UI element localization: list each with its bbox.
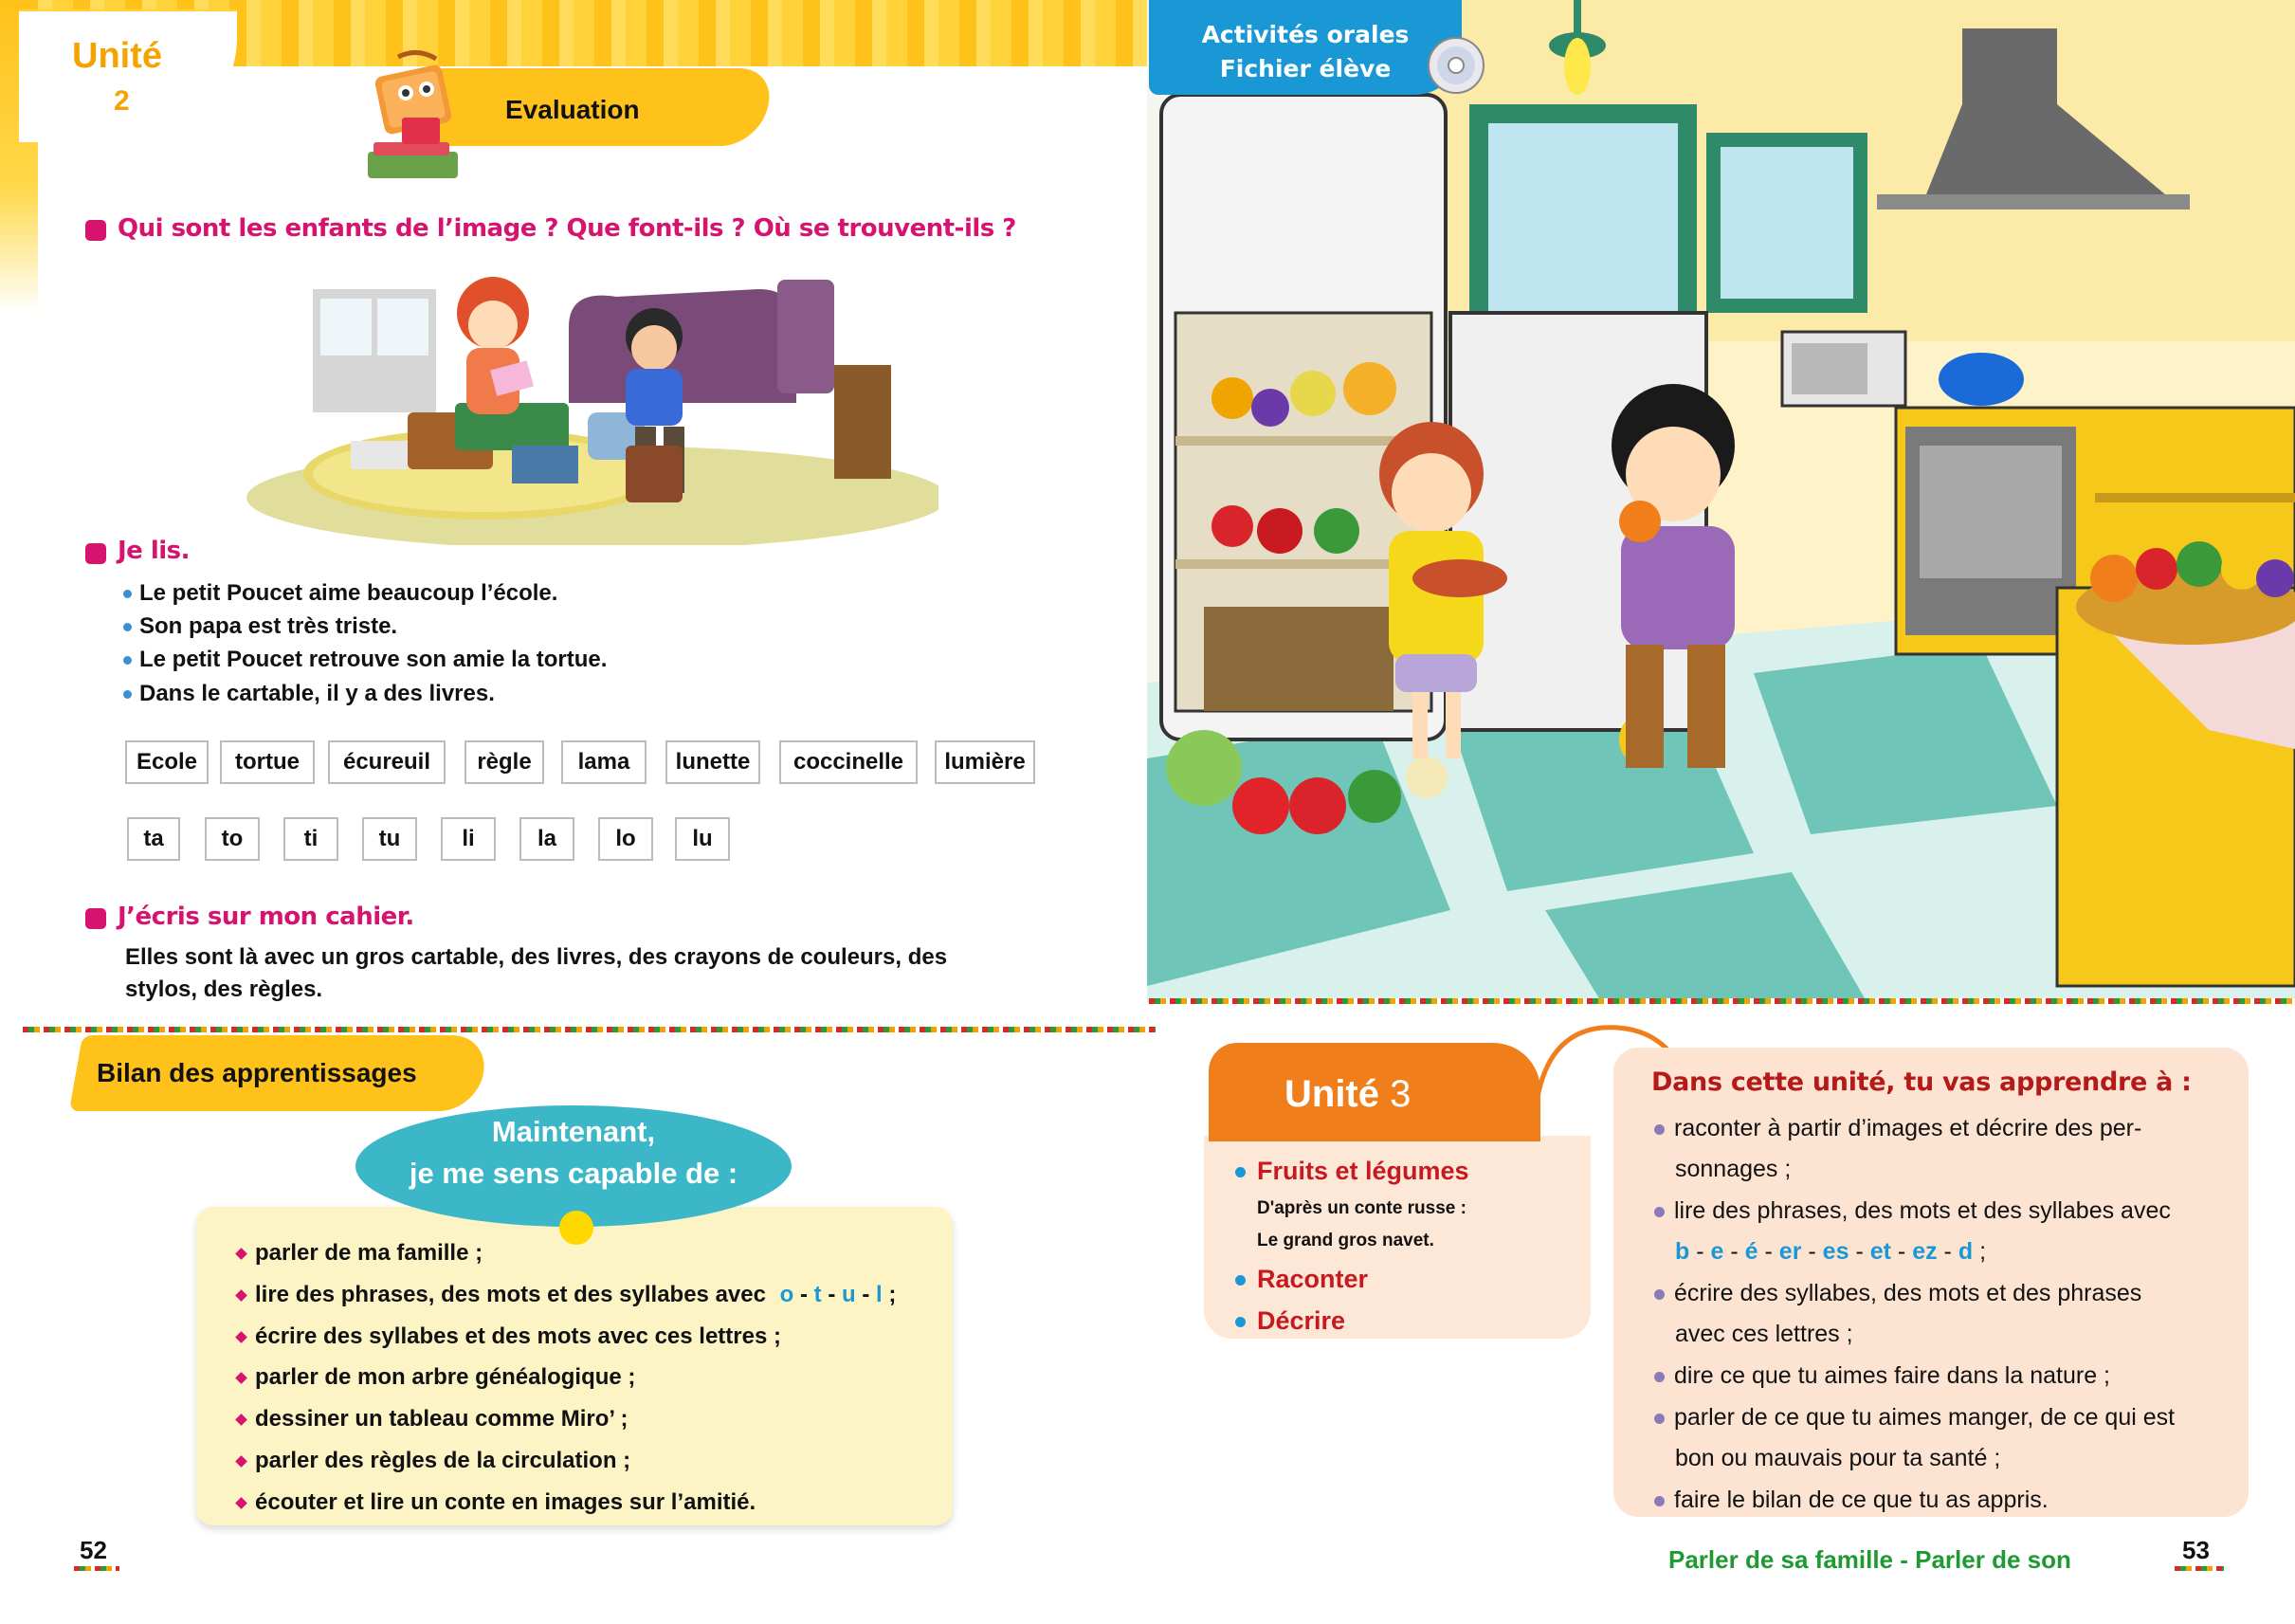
word-box: tortue (220, 740, 315, 784)
question-heading: Qui sont les enfants de l’image ? Que fo… (118, 214, 1016, 243)
syllable-box: li (441, 817, 496, 861)
unit3-label: Unité 3 (1284, 1073, 1412, 1115)
learn-item: raconter à partir d’images et décrire de… (1654, 1115, 2141, 1142)
learn-item: dire ce que tu aimes faire dans la natur… (1654, 1362, 2110, 1390)
word-box: lunette (665, 740, 760, 784)
bilan-item: écrire des syllabes et des mots avec ces… (235, 1323, 781, 1350)
bullet-dot-icon (1654, 1413, 1665, 1424)
reading-sentence: Dans le cartable, il y a des livres. (123, 681, 495, 707)
unit-tab-title: Unité (72, 36, 162, 76)
bilan-item: parler des règles de la circulation ; (235, 1448, 630, 1474)
learn-item-continuation: bon ou mauvais pour ta santé ; (1675, 1445, 2001, 1471)
unit3-topic: Décrire (1235, 1306, 1345, 1336)
section-divider (1149, 998, 2295, 1004)
page-number: 52 (80, 1536, 107, 1564)
bilan-title: Bilan des apprentissages (97, 1058, 417, 1087)
learn-item: écrire des syllabes, des mots et des phr… (1654, 1280, 2141, 1307)
word-box: lumière (935, 740, 1035, 784)
syllable-box: ti (283, 817, 338, 861)
bullet-diamond-icon (235, 1414, 247, 1427)
syllable-box: lu (675, 817, 730, 861)
bullet-diamond-icon (235, 1331, 247, 1344)
bullet-dot-icon (1654, 1206, 1665, 1217)
word-box: Ecole (125, 740, 209, 784)
section-divider (23, 1027, 1156, 1032)
unit3-subtitle: Le grand gros navet. (1257, 1231, 1434, 1250)
bullet-diamond-icon (235, 1289, 247, 1303)
bubble-line: je me sens capable de : (409, 1157, 738, 1190)
children-living-room-illustration (246, 277, 938, 545)
activites-tab-line: Fichier élève (1219, 55, 1392, 82)
bilan-item: écouter et lire un conte en images sur l… (235, 1489, 756, 1516)
writing-prompt: Elles sont là avec un gros cartable, des… (125, 944, 948, 1002)
learn-item-continuation: sonnages ; (1675, 1156, 1792, 1182)
unit-tab-number: 2 (114, 85, 130, 117)
bullet-diamond-icon (235, 1497, 247, 1510)
cd-icon (1428, 37, 1484, 94)
bullet-dot-icon (1654, 1288, 1665, 1300)
reading-heading: Je lis. (118, 537, 191, 565)
syllable-box: to (205, 817, 260, 861)
word-box: coccinelle (779, 740, 918, 784)
unit3-subtitle: D'après un conte russe : (1257, 1198, 1466, 1218)
bullet-dot-icon (1654, 1123, 1665, 1135)
bullet-square-icon (85, 908, 106, 929)
bullet-square-icon (85, 220, 106, 241)
word-box: écureuil (328, 740, 446, 784)
word-box: lama (561, 740, 647, 784)
bullet-dot-icon (123, 656, 132, 666)
bullet-dot-icon (1654, 1495, 1665, 1506)
bilan-item: parler de mon arbre généalogique ; (235, 1364, 635, 1391)
bullet-dot-icon (1235, 1275, 1246, 1286)
bullet-diamond-icon (235, 1455, 247, 1469)
reading-sentence: Son papa est très triste. (123, 613, 397, 640)
yellow-dot-icon (559, 1211, 593, 1245)
syllable-box: tu (362, 817, 417, 861)
learn-item: lire des phrases, des mots et des syllab… (1654, 1197, 2171, 1225)
page-footer: Parler de sa famille - Parler de son (1668, 1545, 2071, 1574)
learn-item: faire le bilan de ce que tu as appris. (1654, 1487, 2049, 1514)
syllable-box: ta (127, 817, 180, 861)
page-number: 53 (2182, 1536, 2210, 1564)
book-mascot-icon (368, 50, 458, 178)
word-box: règle (464, 740, 544, 784)
activites-tab-line: Activités orales (1201, 21, 1410, 48)
evaluation-label: Evaluation (505, 95, 640, 124)
unit3-topic: Raconter (1235, 1265, 1368, 1294)
bubble-line: Maintenant, (491, 1115, 656, 1148)
bilan-item: dessiner un tableau comme Miro’ ; (235, 1406, 628, 1432)
bullet-dot-icon (123, 690, 132, 700)
bullet-dot-icon (1235, 1317, 1246, 1328)
learn-item-continuation: avec ces lettres ; (1675, 1321, 1853, 1347)
learn-letters: b - e - é - er - es - et - ez - d ; (1675, 1238, 1987, 1265)
bilan-item: parler de ma famille ; (235, 1240, 483, 1267)
page-number-underline (2175, 1566, 2224, 1571)
learn-title: Dans cette unité, tu vas apprendre à : (1651, 1067, 2192, 1097)
bullet-diamond-icon (235, 1372, 247, 1385)
bullet-dot-icon (123, 590, 132, 599)
page-number-underline (74, 1566, 119, 1571)
bullet-diamond-icon (235, 1248, 247, 1261)
unit3-topic: Fruits et légumes (1235, 1157, 1469, 1186)
learn-item: parler de ce que tu aimes manger, de ce … (1654, 1404, 2175, 1432)
syllable-box: lo (598, 817, 653, 861)
bilan-item: lire des phrases, des mots et des syllab… (235, 1282, 896, 1308)
bullet-dot-icon (1235, 1167, 1246, 1178)
kitchen-illustration (1147, 0, 2295, 1003)
bullet-square-icon (85, 543, 106, 564)
syllable-box: la (519, 817, 574, 861)
bullet-dot-icon (123, 623, 132, 632)
writing-heading: J’écris sur mon cahier. (118, 903, 414, 931)
reading-sentence: Le petit Poucet aime beaucoup l’école. (123, 580, 557, 607)
reading-sentence: Le petit Poucet retrouve son amie la tor… (123, 647, 607, 673)
bullet-dot-icon (1654, 1371, 1665, 1382)
